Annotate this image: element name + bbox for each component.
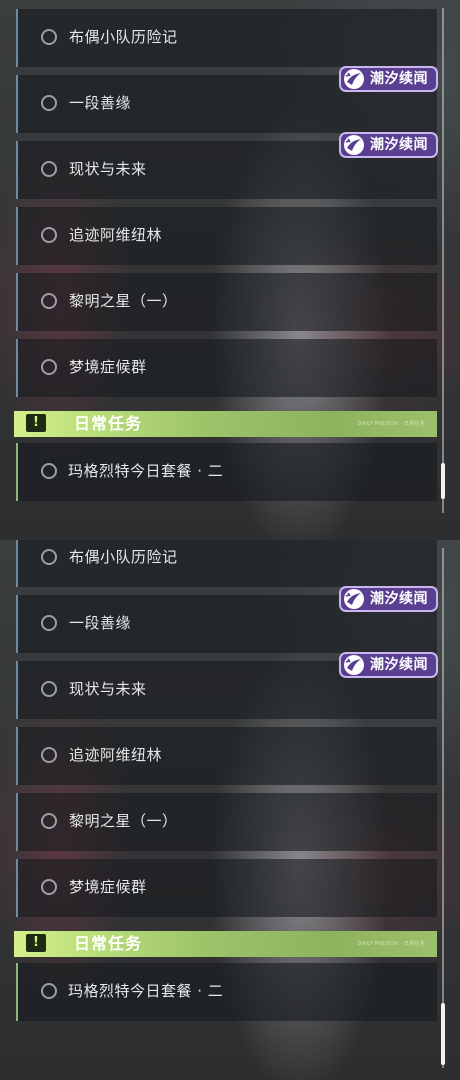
quest-label: 玛格烈特今日套餐 · 二 [68,982,224,1000]
daily-tasks-header[interactable]: ! 日常任务 DAILY MISSION · 日常任务 [14,931,437,957]
quest-item[interactable]: 梦境症候群 [16,859,437,917]
daily-tasks-subtitle: DAILY MISSION · 日常任务 [357,941,425,947]
quest-label: 梦境症候群 [69,358,147,376]
scrollbar-track[interactable] [442,8,444,513]
tide-emblem-icon [344,69,364,89]
quest-label: 追迹阿维纽林 [69,226,163,244]
scrollbar-thumb[interactable] [441,1003,445,1065]
alert-icon: ! [26,934,46,952]
event-tag: 潮汐续闻 [339,132,438,158]
quest-label: 玛格烈特今日套餐 · 二 [68,462,224,480]
quest-status-circle-icon [41,813,57,829]
quest-item[interactable]: 追迹阿维纽林 [16,207,437,265]
quest-status-circle-icon [41,95,57,111]
quest-status-circle-icon [41,983,57,999]
quest-panel-bottom: 布偶小队历险记 一段善缘 现状与未来 追迹阿维纽林 黎明之星（一） 梦境症候群 … [0,540,460,1080]
tide-emblem-icon [344,589,364,609]
quest-status-circle-icon [41,879,57,895]
quest-item[interactable]: 追迹阿维纽林 [16,727,437,785]
quest-status-circle-icon [41,293,57,309]
quest-label: 布偶小队历险记 [69,28,178,46]
quest-item[interactable]: 黎明之星（一） [16,793,437,851]
quest-status-circle-icon [41,161,57,177]
tide-emblem-icon [344,135,364,155]
quest-label: 黎明之星（一） [69,812,178,830]
quest-status-circle-icon [41,549,57,565]
event-tag: 潮汐续闻 [339,652,438,678]
quest-status-circle-icon [41,463,57,479]
scrollbar-track[interactable] [442,548,444,1068]
daily-tasks-title: 日常任务 [74,934,143,953]
daily-tasks-header[interactable]: ! 日常任务 DAILY MISSION · 日常任务 [14,411,437,437]
quest-label: 黎明之星（一） [69,292,178,310]
event-tag-label: 潮汐续闻 [370,657,428,673]
quest-status-circle-icon [41,681,57,697]
quest-label: 梦境症候群 [69,878,147,896]
quest-item[interactable]: 梦境症候群 [16,339,437,397]
quest-label: 现状与未来 [69,160,147,178]
quest-label: 现状与未来 [69,680,147,698]
event-tag-label: 潮汐续闻 [370,591,428,607]
daily-tasks-title: 日常任务 [74,414,143,433]
quest-item[interactable]: 黎明之星（一） [16,273,437,331]
alert-icon-glyph: ! [33,935,39,950]
quest-label: 追迹阿维纽林 [69,746,163,764]
quest-item[interactable]: 布偶小队历险记 [16,9,437,67]
alert-icon-glyph: ! [33,415,39,430]
quest-status-circle-icon [41,359,57,375]
alert-icon: ! [26,414,46,432]
quest-label: 一段善缘 [69,614,132,632]
event-tag-label: 潮汐续闻 [370,71,428,87]
quest-label: 布偶小队历险记 [69,548,178,566]
quest-status-circle-icon [41,227,57,243]
quest-item[interactable]: 布偶小队历险记 [16,540,437,587]
quest-panel-top: 布偶小队历险记 一段善缘 现状与未来 追迹阿维纽林 黎明之星（一） 梦境症候群 … [0,0,460,540]
quest-status-circle-icon [41,747,57,763]
quest-status-circle-icon [41,615,57,631]
daily-tasks-subtitle: DAILY MISSION · 日常任务 [357,421,425,427]
quest-status-circle-icon [41,29,57,45]
event-tag: 潮汐续闻 [339,66,438,92]
tide-emblem-icon [344,655,364,675]
event-tag-label: 潮汐续闻 [370,137,428,153]
quest-label: 一段善缘 [69,94,132,112]
scrollbar-thumb[interactable] [441,463,445,499]
daily-quest-item[interactable]: 玛格烈特今日套餐 · 二 [16,963,437,1021]
daily-quest-item[interactable]: 玛格烈特今日套餐 · 二 [16,443,437,501]
event-tag: 潮汐续闻 [339,586,438,612]
